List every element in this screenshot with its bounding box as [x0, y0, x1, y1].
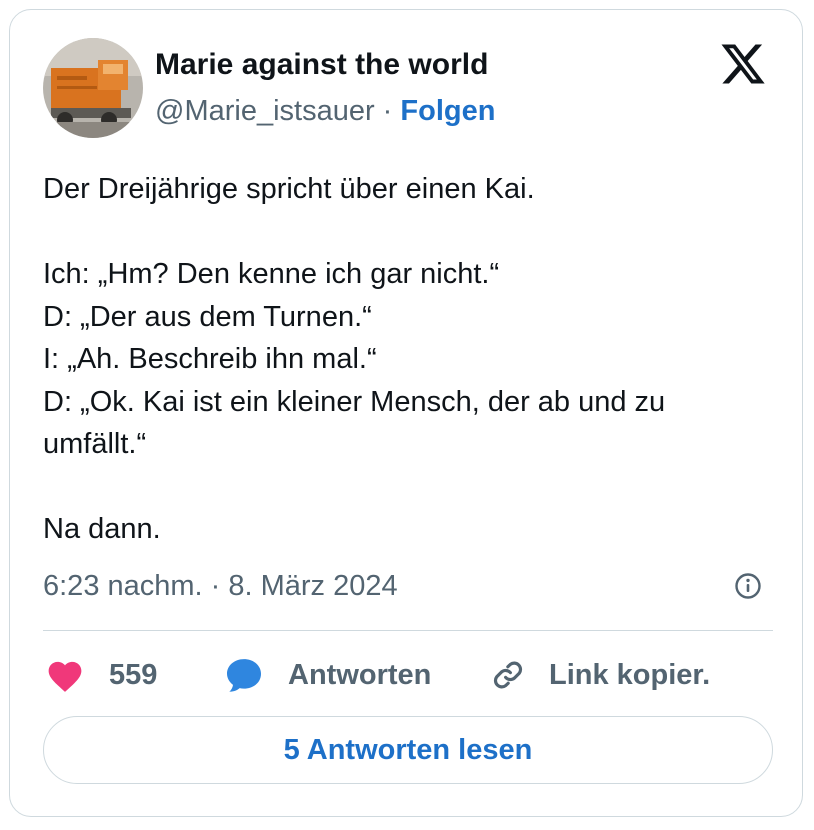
tweet-line: Na dann.: [43, 513, 161, 545]
speech-bubble-icon: [224, 655, 264, 695]
tweet-timestamp[interactable]: 6:23 nachm. · 8. März 2024: [43, 567, 398, 605]
tweet-card: Marie against the world @Marie_istsauer …: [9, 9, 803, 817]
tweet-line: Der Dreijährige spricht über einen Kai.: [43, 173, 535, 205]
follow-link[interactable]: Folgen: [400, 95, 495, 127]
reply-label: Antworten: [288, 658, 432, 691]
author-name[interactable]: Marie against the world: [155, 46, 488, 84]
copy-link-button[interactable]: Link kopier.: [489, 650, 710, 700]
author-handle[interactable]: @Marie_istsauer: [155, 95, 375, 127]
read-replies-button[interactable]: 5 Antworten lesen: [43, 716, 773, 784]
info-icon[interactable]: [734, 572, 762, 600]
x-logo-icon[interactable]: [719, 40, 767, 88]
tweet-line: [43, 211, 773, 254]
handle-separator: ·: [374, 95, 401, 127]
avatar[interactable]: [43, 38, 143, 138]
tweet-line: [43, 466, 773, 509]
tweet-line: I: „Ah. Beschreib ihn mal.“: [43, 343, 377, 375]
handle-row: @Marie_istsauer · Folgen: [155, 92, 495, 130]
heart-icon: [45, 657, 85, 693]
tweet-text: Der Dreijährige spricht über einen Kai. …: [43, 168, 773, 551]
like-count: 559: [109, 658, 158, 691]
tweet-line: umfällt.“: [43, 428, 147, 460]
copy-link-label: Link kopier.: [549, 658, 711, 691]
tweet-line: Ich: „Hm? Den kenne ich gar nicht.“: [43, 258, 500, 290]
tweet-line: D: „Der aus dem Turnen.“: [43, 300, 372, 333]
link-icon: [489, 656, 527, 694]
divider: [43, 630, 773, 631]
tweet-line: D: „Ok. Kai ist ein kleiner Mensch, der …: [43, 385, 666, 418]
reply-button[interactable]: Antworten: [224, 650, 431, 700]
like-button[interactable]: 559: [45, 650, 157, 700]
